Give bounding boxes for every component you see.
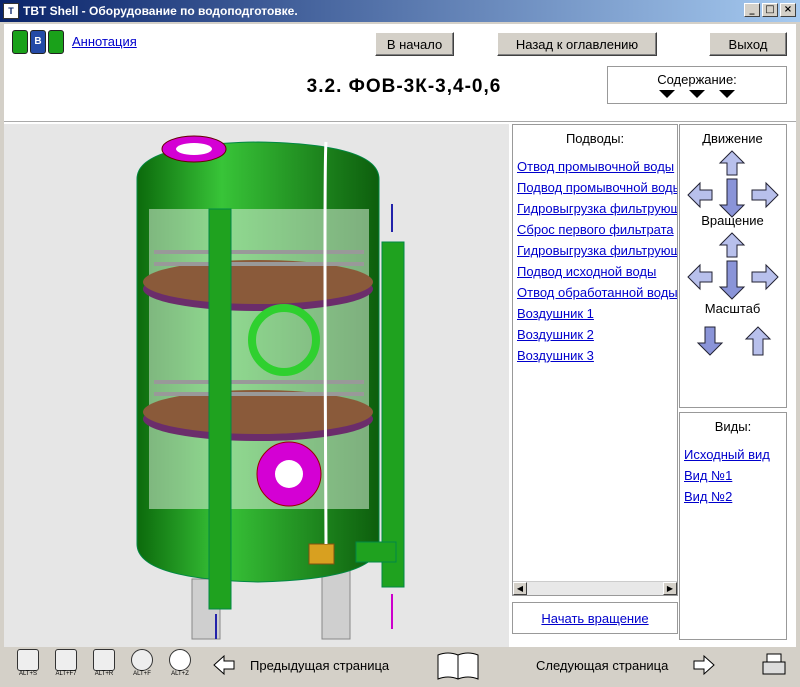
connection-link[interactable]: Гидровыгрузка фильтрующего материала — [513, 240, 677, 261]
controls-panel: Движение Вращение Масштаб — [679, 124, 787, 408]
tool-shortcut: ALT+R — [94, 671, 114, 677]
tool-shortcut: ALT+S — [18, 671, 38, 677]
connection-link[interactable]: Сброс первого фильтрата — [513, 219, 677, 240]
back-to-toc-button[interactable]: Назад к оглавлению — [497, 32, 657, 56]
scale-label: Масштаб — [704, 301, 761, 316]
window-title: TBT Shell - Оборудование по водоподготов… — [23, 4, 298, 18]
target-icon — [131, 649, 153, 671]
view-link[interactable]: Вид №1 — [680, 465, 786, 486]
rotation-label: Вращение — [701, 213, 764, 228]
printer-icon[interactable] — [760, 651, 788, 679]
move-down-icon — [718, 178, 746, 218]
zoom-out-icon — [696, 326, 724, 356]
rotate-down-icon — [718, 260, 746, 300]
tool-target[interactable]: ALT+F — [128, 649, 156, 679]
maximize-button[interactable]: □ — [762, 3, 778, 17]
views-panel: Виды: Исходный вид Вид №1 Вид №2 — [679, 412, 787, 640]
refresh-icon — [93, 649, 115, 671]
zoom-in-icon — [744, 326, 772, 356]
contents-label: Содержание: — [657, 72, 737, 87]
connection-link[interactable]: Воздушник 1 — [513, 303, 677, 324]
dropdown-arrow-icon[interactable] — [659, 90, 675, 98]
connection-link[interactable]: Гидровыгрузка фильтрующего материала — [513, 198, 677, 219]
rotate-left-icon — [687, 263, 713, 291]
connection-link[interactable]: Отвод обработанной воды — [513, 282, 677, 303]
movement-label: Движение — [702, 131, 763, 146]
home-button[interactable]: В начало — [375, 32, 454, 56]
tool-shortcut: ALT+F7 — [55, 671, 77, 677]
move-right-icon — [751, 181, 779, 209]
rotate-up-icon — [718, 232, 746, 258]
contents-dropdown[interactable]: Содержание: — [607, 66, 787, 104]
client-area: B Аннотация В начало Назад к оглавлению … — [4, 24, 796, 683]
connections-panel: Подводы: Отвод промывочной воды Подвод п… — [512, 124, 678, 596]
view-link[interactable]: Вид №2 — [680, 486, 786, 507]
filter-vessel-model — [136, 135, 405, 640]
move-left-icon — [687, 181, 713, 209]
app-icon: T — [3, 3, 19, 19]
page-title: 3.2. ФОВ-3К-3,4-0,6 — [306, 76, 502, 97]
view-link[interactable]: Исходный вид — [680, 444, 786, 465]
connections-title: Подводы: — [565, 131, 625, 146]
header: B Аннотация В начало Назад к оглавлению … — [4, 24, 796, 122]
start-rotation-link[interactable]: Начать вращение — [541, 608, 648, 629]
dropdown-arrow-icon[interactable] — [689, 90, 705, 98]
next-page-arrow-icon[interactable] — [692, 654, 716, 676]
scroll-right-icon[interactable]: ▶ — [663, 582, 677, 595]
tool-shortcut: ALT+F — [133, 671, 151, 677]
connection-link[interactable]: Подвод промывочной воды — [513, 177, 677, 198]
tool-refresh[interactable]: ALT+R — [90, 649, 118, 679]
rotation-arrows[interactable] — [680, 229, 785, 301]
tool-agent[interactable]: ALT+S — [14, 649, 42, 679]
book-icon[interactable] — [436, 649, 480, 681]
title-bar: T TBT Shell - Оборудование по водоподгот… — [0, 0, 800, 22]
connection-link[interactable]: Подвод исходной воды — [513, 261, 677, 282]
move-up-icon — [718, 150, 746, 176]
next-page-link[interactable]: Следующая страница — [536, 658, 668, 673]
rotate-panel: Начать вращение — [512, 602, 678, 634]
magnifier-icon — [169, 649, 191, 671]
horizontal-scrollbar[interactable]: ◀ ▶ — [513, 581, 677, 595]
prev-page-link[interactable]: Предыдущая страница — [250, 658, 389, 673]
bottom-toolbar: ALT+S ALT+F7 ALT+R ALT+F ALT+Z Предыдуща… — [4, 647, 796, 683]
tool-zoom[interactable]: ALT+Z — [166, 649, 194, 679]
exit-button[interactable]: Выход — [709, 32, 787, 56]
close-button[interactable]: × — [780, 3, 796, 17]
connection-link[interactable]: Воздушник 3 — [513, 345, 677, 366]
3d-viewport[interactable] — [4, 124, 509, 657]
rotate-right-icon — [751, 263, 779, 291]
annotation-link[interactable]: Аннотация — [72, 34, 137, 49]
logo-icon: B — [12, 30, 64, 54]
prev-page-arrow-icon[interactable] — [212, 654, 236, 676]
connection-link[interactable]: Отвод промывочной воды — [513, 156, 677, 177]
tool-document[interactable]: ALT+F7 — [52, 649, 80, 679]
connection-link[interactable]: Воздушник 2 — [513, 324, 677, 345]
agent-icon — [17, 649, 39, 671]
dropdown-arrow-icon[interactable] — [719, 90, 735, 98]
document-icon — [55, 649, 77, 671]
scale-arrows[interactable] — [680, 321, 785, 361]
tool-shortcut: ALT+Z — [171, 671, 189, 677]
minimize-button[interactable]: _ — [744, 3, 760, 17]
views-title: Виды: — [714, 419, 752, 434]
scroll-left-icon[interactable]: ◀ — [513, 582, 527, 595]
